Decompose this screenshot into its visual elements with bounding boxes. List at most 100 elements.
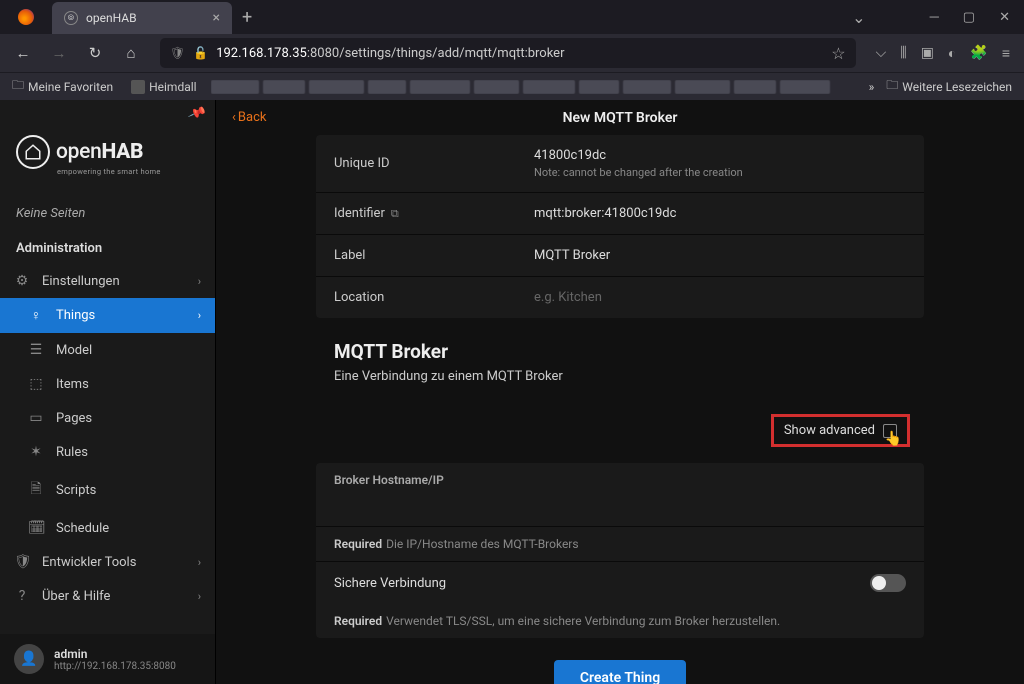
document-icon: 🗎 [28,478,44,502]
lock-insecure-icon[interactable]: 🔓 [193,46,208,60]
logo-text: openHAB [56,140,143,164]
secure-connection-row: Sichere Verbindung [316,561,924,604]
library-icon[interactable]: ⫼ [900,45,906,61]
minimize-button[interactable]: ─ [930,9,939,25]
toggle-knob-icon [872,576,886,590]
back-link[interactable]: ‹ Back [232,110,266,125]
wand-icon: ✶ [28,444,44,460]
logo[interactable]: openHAB empowering the smart home [0,121,215,196]
user-footer[interactable]: 👤 admin http://192.168.178.35:8080 [0,634,215,684]
shield-icon[interactable]: 🛡 [170,46,185,60]
sidebar-heading-admin: Administration [0,227,215,264]
reader-icon[interactable]: ▣ [921,45,934,61]
row-label: Label [316,235,924,277]
folder-icon: 🗀 [886,76,898,97]
chevron-right-icon: › [198,275,201,288]
create-thing-button[interactable]: Create Thing [554,660,686,684]
bookmark-favorites[interactable]: 🗀 Meine Favoriten [8,74,117,99]
bookmark-favicon-icon [131,80,145,94]
shield-icon: 🛡 [14,554,30,570]
home-button[interactable]: ⌂ [116,38,146,68]
sidebar-no-pages: Keine Seiten [0,196,215,227]
bookmarks-overflow [211,80,859,94]
location-input[interactable] [534,290,906,305]
extensions-icon[interactable]: 🧩 [970,45,987,61]
bookmarks-bar: 🗀 Meine Favoriten Heimdall » 🗀 Weitere L… [0,72,1024,100]
browser-tab[interactable]: ⦾ openHAB × [52,2,232,34]
checkbox-icon[interactable]: 👆 [883,424,897,438]
broker-host-input[interactable] [334,501,906,516]
openhab-logo-icon [16,135,50,169]
broker-host-label: Broker Hostname/IP [316,463,924,491]
pocket-icon[interactable]: ⌵ [876,45,887,61]
secure-helper: RequiredVerwendet TLS/SSL, um eine siche… [316,604,924,638]
browser-navbar: ← → ↻ ⌂ 🛡 🔓 192.168.178.35:8080/settings… [0,34,1024,72]
help-icon: ? [14,588,30,604]
main-content: ‹ Back New MQTT Broker Unique ID 41800c1… [216,100,1024,684]
sidebar-item-schedule[interactable]: 🗓 Schedule [0,511,215,545]
row-unique-id: Unique ID 41800c19dc Note: cannot be cha… [316,135,924,193]
folder-icon: 🗀 [12,76,24,97]
bookmark-star-icon[interactable]: ☆ [831,44,845,63]
section-desc: Eine Verbindung zu einem MQTT Broker [316,369,924,402]
row-identifier: Identifier ⧉ mqtt:broker:41800c19dc [316,193,924,235]
sidebar-item-model[interactable]: ☰ Model [0,333,215,367]
chevron-right-icon: › [198,309,201,322]
broker-host-block: Broker Hostname/IP RequiredDie IP/Hostna… [316,463,924,638]
bookmark-heimdall[interactable]: Heimdall [127,78,201,96]
sidebar-item-scripts[interactable]: 🗎 Scripts [0,469,215,511]
url-bar[interactable]: 🛡 🔓 192.168.178.35:8080/settings/things/… [160,38,856,68]
chevron-right-icon: › [198,556,201,569]
user-name: admin [54,647,176,661]
logo-tagline: empowering the smart home [57,167,199,176]
identifier-value: mqtt:broker:41800c19dc [534,206,676,221]
browser-titlebar: ⦾ openHAB × + ⌄ ─ ▢ ✕ [0,0,1024,34]
profile-icon[interactable]: ◐ [948,45,956,62]
label-input[interactable] [534,248,906,263]
sidebar-item-settings[interactable]: ⚙ Einstellungen › [0,264,215,298]
sidebar: 📌 openHAB empowering the smart home Kein… [0,100,216,684]
user-url: http://192.168.178.35:8080 [54,661,176,672]
url-text: 192.168.178.35:8080/settings/things/add/… [216,46,823,61]
lightbulb-icon: ♀ [28,307,44,324]
menu-icon[interactable]: ≡ [1002,45,1010,62]
firefox-icon [18,9,34,25]
calendar-icon: 🗓 [28,520,44,536]
chevron-left-icon: ‹ [232,110,236,125]
secure-toggle[interactable] [870,574,906,592]
sidebar-item-rules[interactable]: ✶ Rules [0,435,215,469]
copy-icon[interactable]: ⧉ [391,207,399,221]
chevron-right-icon: › [198,590,201,603]
sidebar-item-things[interactable]: ♀ Things › [0,298,215,333]
broker-host-helper: RequiredDie IP/Hostname des MQTT-Brokers [316,527,924,561]
window-icon: ▭ [28,410,44,426]
forward-button[interactable]: → [44,38,74,68]
bookmark-more-folder[interactable]: 🗀 Weitere Lesezeichen [882,74,1016,99]
window-controls: ⌄ ─ ▢ ✕ [852,8,1024,27]
unique-id-note: Note: cannot be changed after the creati… [534,166,743,179]
sidebar-item-items[interactable]: ⬚ Items [0,367,215,401]
section-title: MQTT Broker [316,318,924,369]
maximize-button[interactable]: ▢ [963,10,975,25]
close-tab-icon[interactable]: × [213,10,220,26]
tabs-dropdown-icon[interactable]: ⌄ [852,8,865,27]
page-title: New MQTT Broker [563,110,678,126]
avatar-icon: 👤 [14,644,44,674]
tab-favicon-icon: ⦾ [64,11,78,25]
sidebar-item-pages[interactable]: ▭ Pages [0,401,215,435]
sidebar-item-about[interactable]: ? Über & Hilfe › [0,579,215,613]
row-location: Location [316,277,924,318]
sidebar-item-devtools[interactable]: 🛡 Entwickler Tools › [0,545,215,579]
gear-icon: ⚙ [14,273,30,289]
close-window-button[interactable]: ✕ [999,10,1010,25]
bookmarks-more-icon[interactable]: » [869,80,875,94]
reload-button[interactable]: ↻ [80,38,110,68]
list-icon: ☰ [28,342,44,358]
new-tab-button[interactable]: + [242,7,252,28]
thing-form: Unique ID 41800c19dc Note: cannot be cha… [316,135,924,318]
box-icon: ⬚ [28,376,44,392]
show-advanced-toggle[interactable]: Show advanced 👆 [771,414,910,447]
cursor-hand-icon: 👆 [885,431,902,447]
back-button[interactable]: ← [8,38,38,68]
tab-title: openHAB [86,11,205,25]
